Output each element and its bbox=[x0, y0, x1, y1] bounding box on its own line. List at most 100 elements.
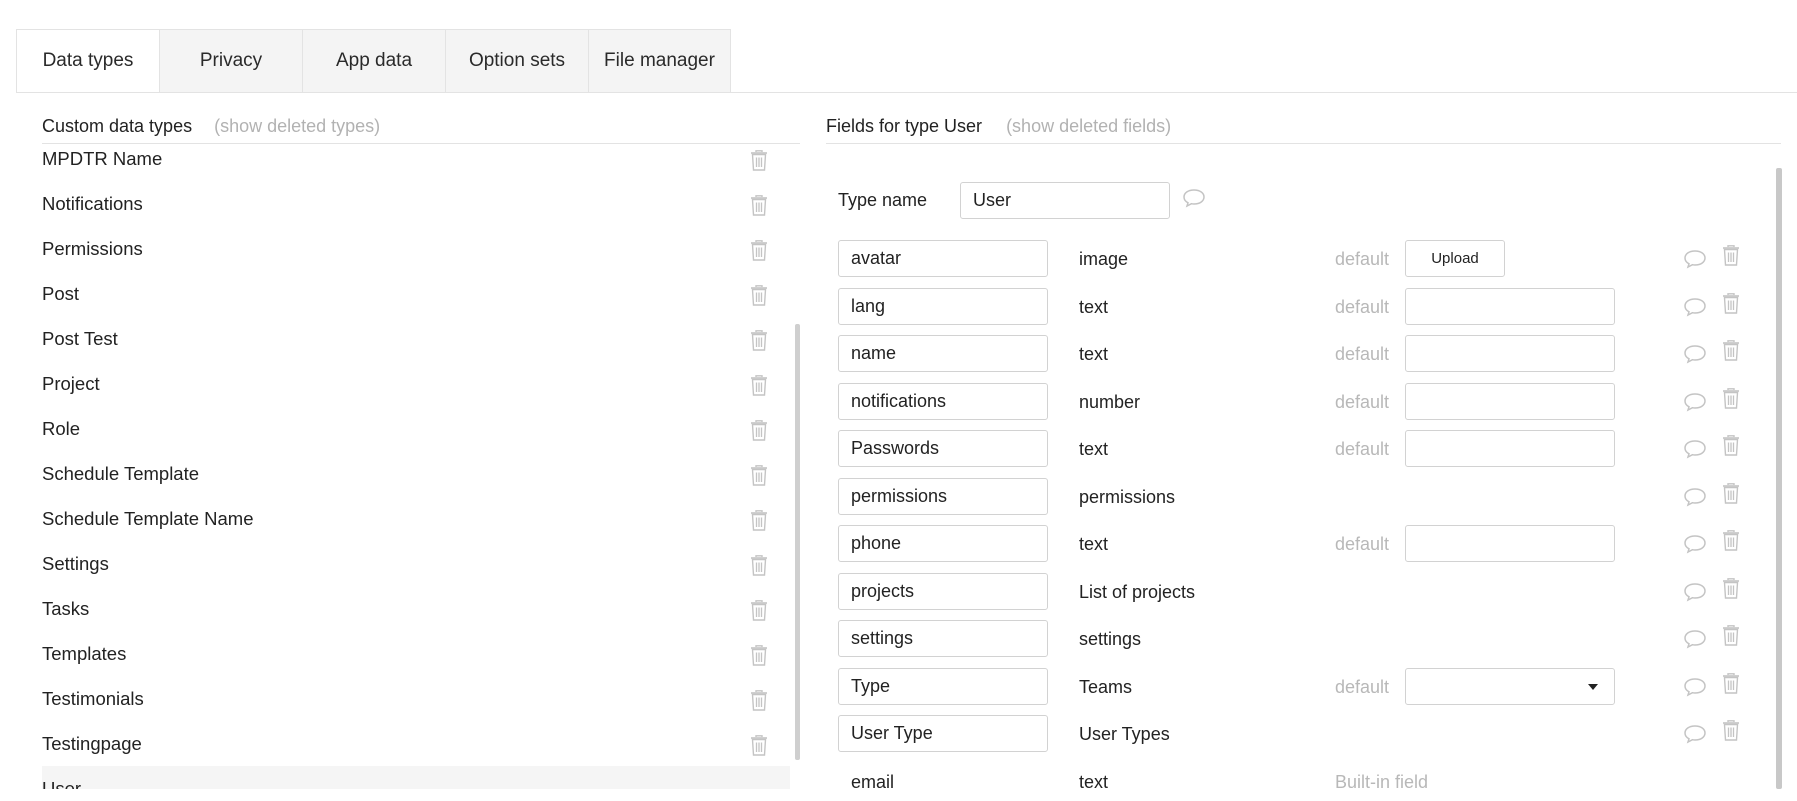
trash-icon[interactable] bbox=[750, 150, 768, 176]
trash-icon[interactable] bbox=[750, 555, 768, 581]
trash-icon[interactable] bbox=[750, 465, 768, 491]
trash-icon[interactable] bbox=[1722, 483, 1740, 509]
type-item-role[interactable]: Role bbox=[42, 406, 790, 451]
type-item-testingpage[interactable]: Testingpage bbox=[42, 721, 790, 766]
type-item-label: Permissions bbox=[42, 237, 143, 259]
field-type: text bbox=[1079, 297, 1109, 317]
trash-icon[interactable] bbox=[1722, 293, 1740, 319]
field-name-input[interactable] bbox=[838, 620, 1048, 657]
trash-icon[interactable] bbox=[750, 195, 768, 221]
comment-icon[interactable] bbox=[1683, 249, 1707, 274]
default-value-dropdown[interactable] bbox=[1405, 668, 1615, 705]
type-item-label: Post Test bbox=[42, 327, 118, 349]
default-value-input[interactable] bbox=[1405, 525, 1615, 562]
trash-icon[interactable] bbox=[750, 285, 768, 311]
trash-icon[interactable] bbox=[1722, 388, 1740, 414]
comment-icon[interactable] bbox=[1683, 724, 1707, 749]
trash-icon[interactable] bbox=[1722, 245, 1740, 271]
tab-app-data[interactable]: App data bbox=[302, 29, 445, 93]
trash-icon[interactable] bbox=[750, 375, 768, 401]
trash-icon[interactable] bbox=[1722, 530, 1740, 556]
comment-icon[interactable] bbox=[1683, 534, 1707, 559]
field-row-permissions: permissions bbox=[838, 478, 1768, 516]
field-name-input[interactable] bbox=[838, 240, 1048, 277]
type-name-input[interactable] bbox=[960, 181, 1170, 219]
default-value-input[interactable] bbox=[1405, 430, 1615, 467]
field-name-input[interactable] bbox=[838, 478, 1048, 515]
type-item-settings[interactable]: Settings bbox=[42, 541, 790, 586]
trash-icon[interactable] bbox=[750, 420, 768, 446]
type-item-tasks[interactable]: Tasks bbox=[42, 586, 790, 631]
field-name-input[interactable] bbox=[838, 288, 1048, 325]
field-type: text bbox=[1079, 772, 1109, 792]
default-label: default bbox=[1335, 297, 1390, 317]
comment-icon[interactable] bbox=[1683, 344, 1707, 369]
type-item-permissions[interactable]: Permissions bbox=[42, 226, 790, 271]
custom-types-title: Custom data types bbox=[42, 115, 193, 136]
tab-file-manager[interactable]: File manager bbox=[588, 29, 731, 93]
trash-icon[interactable] bbox=[1722, 578, 1740, 604]
field-type: text bbox=[1079, 534, 1109, 554]
field-name-input[interactable] bbox=[838, 573, 1048, 610]
trash-icon[interactable] bbox=[750, 240, 768, 266]
type-item-testimonials[interactable]: Testimonials bbox=[42, 676, 790, 721]
fields-scrollbar[interactable] bbox=[1776, 168, 1782, 789]
comment-icon[interactable] bbox=[1683, 582, 1707, 607]
field-type: number bbox=[1079, 392, 1141, 412]
type-item-templates[interactable]: Templates bbox=[42, 631, 790, 676]
type-item-label: MPDTR Name bbox=[42, 150, 163, 169]
trash-icon[interactable] bbox=[750, 645, 768, 671]
type-item-user[interactable]: User bbox=[42, 766, 790, 789]
upload-button[interactable]: Upload bbox=[1405, 240, 1505, 277]
trash-icon[interactable] bbox=[750, 330, 768, 356]
type-item-label: Settings bbox=[42, 552, 109, 574]
type-name-row: Type name bbox=[838, 181, 1206, 219]
trash-icon[interactable] bbox=[1722, 625, 1740, 651]
types-scrollbar[interactable] bbox=[795, 324, 800, 760]
default-value-input[interactable] bbox=[1405, 335, 1615, 372]
default-value-input[interactable] bbox=[1405, 383, 1615, 420]
show-deleted-types-link[interactable]: (show deleted types) bbox=[214, 116, 380, 137]
default-label: default bbox=[1335, 392, 1390, 412]
default-value-input[interactable] bbox=[1405, 288, 1615, 325]
default-label: default bbox=[1335, 344, 1390, 364]
comment-icon[interactable] bbox=[1683, 629, 1707, 654]
trash-icon[interactable] bbox=[1722, 435, 1740, 461]
type-item-post-test[interactable]: Post Test bbox=[42, 316, 790, 361]
comment-icon[interactable] bbox=[1683, 439, 1707, 464]
trash-icon[interactable] bbox=[750, 600, 768, 626]
trash-icon[interactable] bbox=[1722, 720, 1740, 746]
type-item-notifications[interactable]: Notifications bbox=[42, 181, 790, 226]
comment-icon[interactable] bbox=[1683, 297, 1707, 322]
trash-icon[interactable] bbox=[1722, 340, 1740, 366]
field-row-type: Teams default bbox=[838, 668, 1768, 706]
trash-icon[interactable] bbox=[1722, 673, 1740, 699]
field-name-input[interactable] bbox=[838, 715, 1048, 752]
field-name-input[interactable] bbox=[838, 335, 1048, 372]
type-item-label: Project bbox=[42, 372, 100, 394]
type-item-schedule-template[interactable]: Schedule Template bbox=[42, 451, 790, 496]
builtin-field-label: Built-in field bbox=[1335, 772, 1429, 792]
type-item-mpdtr-name[interactable]: MPDTR Name bbox=[42, 150, 790, 181]
comment-icon[interactable] bbox=[1683, 392, 1707, 417]
type-item-label: User bbox=[42, 777, 82, 790]
field-name-input[interactable] bbox=[838, 668, 1048, 705]
comment-icon[interactable] bbox=[1182, 188, 1206, 213]
tab-privacy[interactable]: Privacy bbox=[159, 29, 302, 93]
field-type: permissions bbox=[1079, 487, 1176, 507]
trash-icon[interactable] bbox=[750, 735, 768, 761]
comment-icon[interactable] bbox=[1683, 677, 1707, 702]
field-name-input[interactable] bbox=[838, 383, 1048, 420]
trash-icon[interactable] bbox=[750, 510, 768, 536]
tab-option-sets[interactable]: Option sets bbox=[445, 29, 588, 93]
comment-icon[interactable] bbox=[1683, 487, 1707, 512]
field-name-input[interactable] bbox=[838, 430, 1048, 467]
type-item-schedule-template-name[interactable]: Schedule Template Name bbox=[42, 496, 790, 541]
tab-data-types[interactable]: Data types bbox=[16, 29, 159, 93]
type-item-post[interactable]: Post bbox=[42, 271, 790, 316]
field-name-input[interactable] bbox=[838, 525, 1048, 562]
type-item-project[interactable]: Project bbox=[42, 361, 790, 406]
show-deleted-fields-link[interactable]: (show deleted fields) bbox=[1006, 116, 1171, 137]
type-item-label: Templates bbox=[42, 642, 127, 664]
trash-icon[interactable] bbox=[750, 690, 768, 716]
